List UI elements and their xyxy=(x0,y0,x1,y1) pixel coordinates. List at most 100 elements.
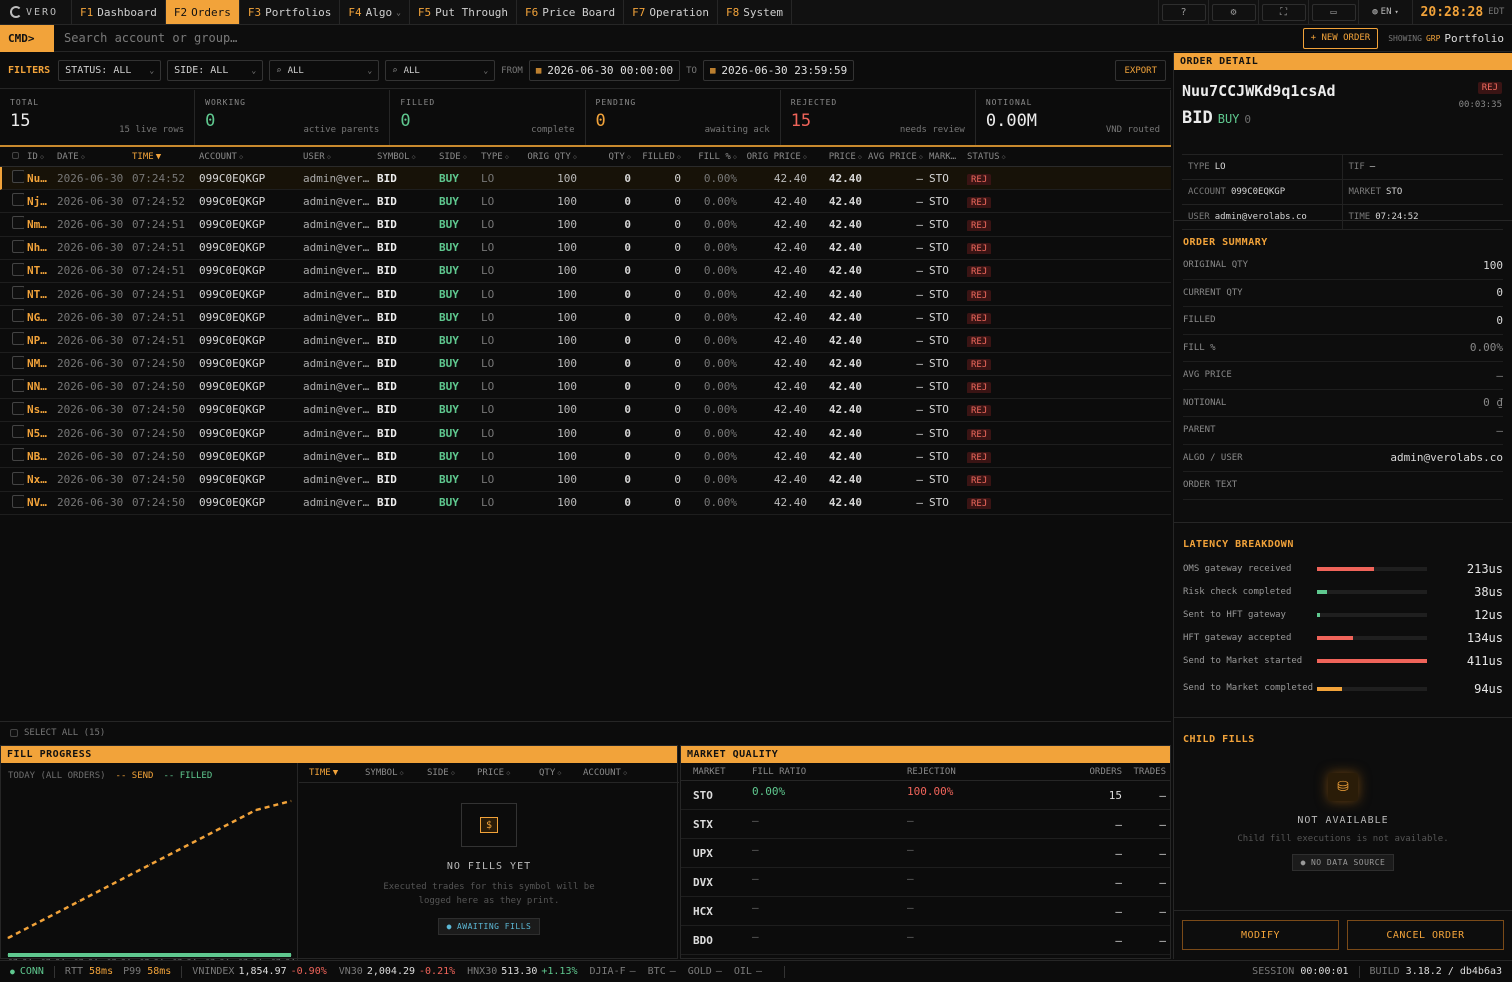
table-row[interactable]: NGWEjyFS…2026-06-30 07:24:51 099C0EQKGP adm… xyxy=(0,306,1171,330)
row-checkbox[interactable] xyxy=(12,309,24,323)
select-all[interactable]: SELECT ALL (15) xyxy=(0,721,1171,744)
fills-col-symbol[interactable]: SYMBOL ◇ xyxy=(365,768,427,778)
column-header-qty[interactable]: QTY ◇ xyxy=(580,152,634,162)
mq-row[interactable]: HCX — — — — xyxy=(681,897,1170,926)
cell-id[interactable]: NT93Id99… xyxy=(24,288,54,301)
table-row[interactable]: Nhz4gD1F…2026-06-30 07:24:51 099C0EQKGP adm… xyxy=(0,237,1171,260)
nav-tab-orders[interactable]: F2 Orders xyxy=(165,0,240,24)
mq-row[interactable]: UPX — — — — xyxy=(681,839,1170,868)
column-header-avg-price[interactable]: AVG PRICE ◇ xyxy=(865,152,926,162)
column-header-symbol[interactable]: SYMBOL ◇ xyxy=(374,152,436,162)
symbol-filter-select[interactable]: ⌕ ALL ⌄ xyxy=(385,60,496,81)
cell-id[interactable]: NNIyW0S5… xyxy=(24,380,54,393)
column-header-status[interactable]: STATUS ◇ xyxy=(964,152,1019,162)
table-row[interactable]: NxUi0klk…2026-06-30 07:24:50 099C0EQKGP adm… xyxy=(0,468,1171,492)
table-row[interactable]: N5oSRZRU…2026-06-30 07:24:50 099C0EQKGP adm… xyxy=(0,422,1171,446)
from-date-input[interactable]: ▦ 2026-06-30 00:00:00 xyxy=(528,60,681,81)
ticker-btc[interactable]: BTC — xyxy=(648,966,676,977)
cell-id[interactable]: NVqeLp30… xyxy=(24,496,54,509)
table-row[interactable]: NT3F9OMN…2026-06-30 07:24:51 099C0EQKGP adm… xyxy=(0,260,1171,283)
mq-row[interactable]: BDO — — — — xyxy=(681,926,1170,955)
cell-id[interactable]: NT3F9OMN… xyxy=(24,264,54,277)
row-checkbox[interactable] xyxy=(12,378,24,392)
column-header-fill[interactable]: FILL % ◇ xyxy=(684,152,740,162)
row-checkbox-cell[interactable] xyxy=(0,193,24,209)
row-checkbox[interactable] xyxy=(12,355,24,369)
cell-id[interactable]: NBXkWZ8I… xyxy=(24,450,54,463)
fills-col-side[interactable]: SIDE ◇ xyxy=(427,768,477,778)
row-checkbox[interactable] xyxy=(12,170,24,184)
ticker-hnx30[interactable]: HNX30 513.30 +1.13% xyxy=(467,966,577,977)
cell-id[interactable]: NsauquIN… xyxy=(24,403,54,416)
showing-indicator[interactable]: SHOWING GRP Portfolio xyxy=(1388,32,1504,45)
header-checkbox[interactable] xyxy=(12,151,19,159)
app-logo[interactable]: VERO xyxy=(0,0,72,24)
side-filter-select[interactable]: SIDE: ALL ⌄ xyxy=(167,60,264,81)
fills-col-qty[interactable]: QTY ◇ xyxy=(539,768,583,778)
row-checkbox-cell[interactable] xyxy=(0,239,24,256)
cancel-order-button[interactable]: CANCEL ORDER xyxy=(1347,920,1504,950)
row-checkbox[interactable] xyxy=(12,425,24,439)
table-row[interactable]: NBXkWZ8I…2026-06-30 07:24:50 099C0EQKGP adm… xyxy=(0,445,1171,469)
nav-tab-operation[interactable]: F7 Operation xyxy=(624,0,718,24)
fullscreen-button[interactable]: ⛶ xyxy=(1258,0,1308,24)
mq-row[interactable]: DVX — — — — xyxy=(681,868,1170,897)
ticker-gold[interactable]: GOLD — xyxy=(688,966,722,977)
table-row[interactable]: NVqeLp30…2026-06-30 07:24:50 099C0EQKGP adm… xyxy=(0,492,1171,515)
header-checkbox-cell[interactable] xyxy=(0,151,24,162)
help-button[interactable]: ? xyxy=(1158,0,1208,24)
row-checkbox-cell[interactable] xyxy=(0,401,24,418)
settings-button[interactable]: ⚙ xyxy=(1208,0,1258,24)
row-checkbox-cell[interactable] xyxy=(0,378,24,395)
cell-id[interactable]: NxUi0klk… xyxy=(24,473,54,486)
row-checkbox[interactable] xyxy=(12,448,24,462)
fills-col-time[interactable]: TIME ▼ xyxy=(309,768,365,778)
column-header-orig-price[interactable]: ORIG PRICE ◇ xyxy=(740,152,810,162)
row-checkbox-cell[interactable] xyxy=(0,309,24,325)
row-checkbox[interactable] xyxy=(12,494,24,508)
display-button[interactable]: ▭ xyxy=(1308,0,1358,24)
account-filter-select[interactable]: ⌕ ALL ⌄ xyxy=(269,60,380,81)
modify-button[interactable]: MODIFY xyxy=(1182,920,1339,950)
row-checkbox[interactable] xyxy=(12,262,24,276)
mq-row[interactable]: STO 0.00% 100.00% 15 — xyxy=(681,781,1170,810)
to-date-input[interactable]: ▦ 2026-06-30 23:59:59 xyxy=(702,60,855,81)
nav-tab-system[interactable]: F8 System xyxy=(718,0,792,24)
ticker-vn30[interactable]: VN30 2,004.29 -0.21% xyxy=(339,966,455,977)
column-header-time[interactable]: TIME ▼ xyxy=(129,152,196,162)
row-checkbox[interactable] xyxy=(12,471,24,485)
cell-id[interactable]: Nhz4gD1F… xyxy=(24,241,54,254)
cell-id[interactable]: NGWEjyFS… xyxy=(24,311,54,324)
row-checkbox[interactable] xyxy=(12,332,24,346)
column-header-user[interactable]: USER ◇ xyxy=(300,152,374,162)
nav-tab-portfolios[interactable]: F3 Portfolios xyxy=(240,0,341,24)
cell-id[interactable]: NPJ1YoYE… xyxy=(24,334,54,347)
new-order-button[interactable]: + NEW ORDER xyxy=(1302,27,1379,49)
cell-id[interactable]: NmlGWBN8… xyxy=(24,218,54,231)
fills-col-price[interactable]: PRICE ◇ xyxy=(477,768,539,778)
table-row[interactable]: NsauquIN…2026-06-30 07:24:50 099C0EQKGP adm… xyxy=(0,399,1171,423)
row-checkbox-cell[interactable] xyxy=(0,355,24,372)
row-checkbox[interactable] xyxy=(12,216,24,230)
column-header-account[interactable]: ACCOUNT ◇ xyxy=(196,152,300,162)
column-header-orig-qty[interactable]: ORIG QTY ◇ xyxy=(524,152,580,162)
row-checkbox-cell[interactable] xyxy=(0,494,24,511)
cell-id[interactable]: Nj1qe3qv… xyxy=(24,195,54,208)
row-checkbox-cell[interactable] xyxy=(0,332,24,348)
row-checkbox-cell[interactable] xyxy=(0,286,24,302)
column-header-filled[interactable]: FILLED ◇ xyxy=(634,152,684,162)
column-header-market[interactable]: MARKET…◇ xyxy=(926,152,964,162)
column-header-price[interactable]: PRICE ◇ xyxy=(810,152,865,162)
select-all-checkbox[interactable] xyxy=(10,729,18,737)
nav-tab-algo[interactable]: F4 Algo ⌄ xyxy=(340,0,410,24)
cell-id[interactable]: N5oSRZRU… xyxy=(24,427,54,440)
row-checkbox[interactable] xyxy=(12,401,24,415)
command-search-input[interactable] xyxy=(64,31,664,45)
table-row[interactable]: NNIyW0S5…2026-06-30 07:24:50 099C0EQKGP adm… xyxy=(0,376,1171,399)
row-checkbox-cell[interactable] xyxy=(0,262,24,279)
cell-id[interactable]: Nuu7CCJW… xyxy=(24,172,54,185)
nav-tab-price-board[interactable]: F6 Price Board xyxy=(517,0,625,24)
status-filter-select[interactable]: STATUS: ALL ⌄ xyxy=(58,60,162,81)
column-header-date[interactable]: DATE ◇ xyxy=(54,152,129,162)
mq-row[interactable]: STX — — — — xyxy=(681,810,1170,839)
